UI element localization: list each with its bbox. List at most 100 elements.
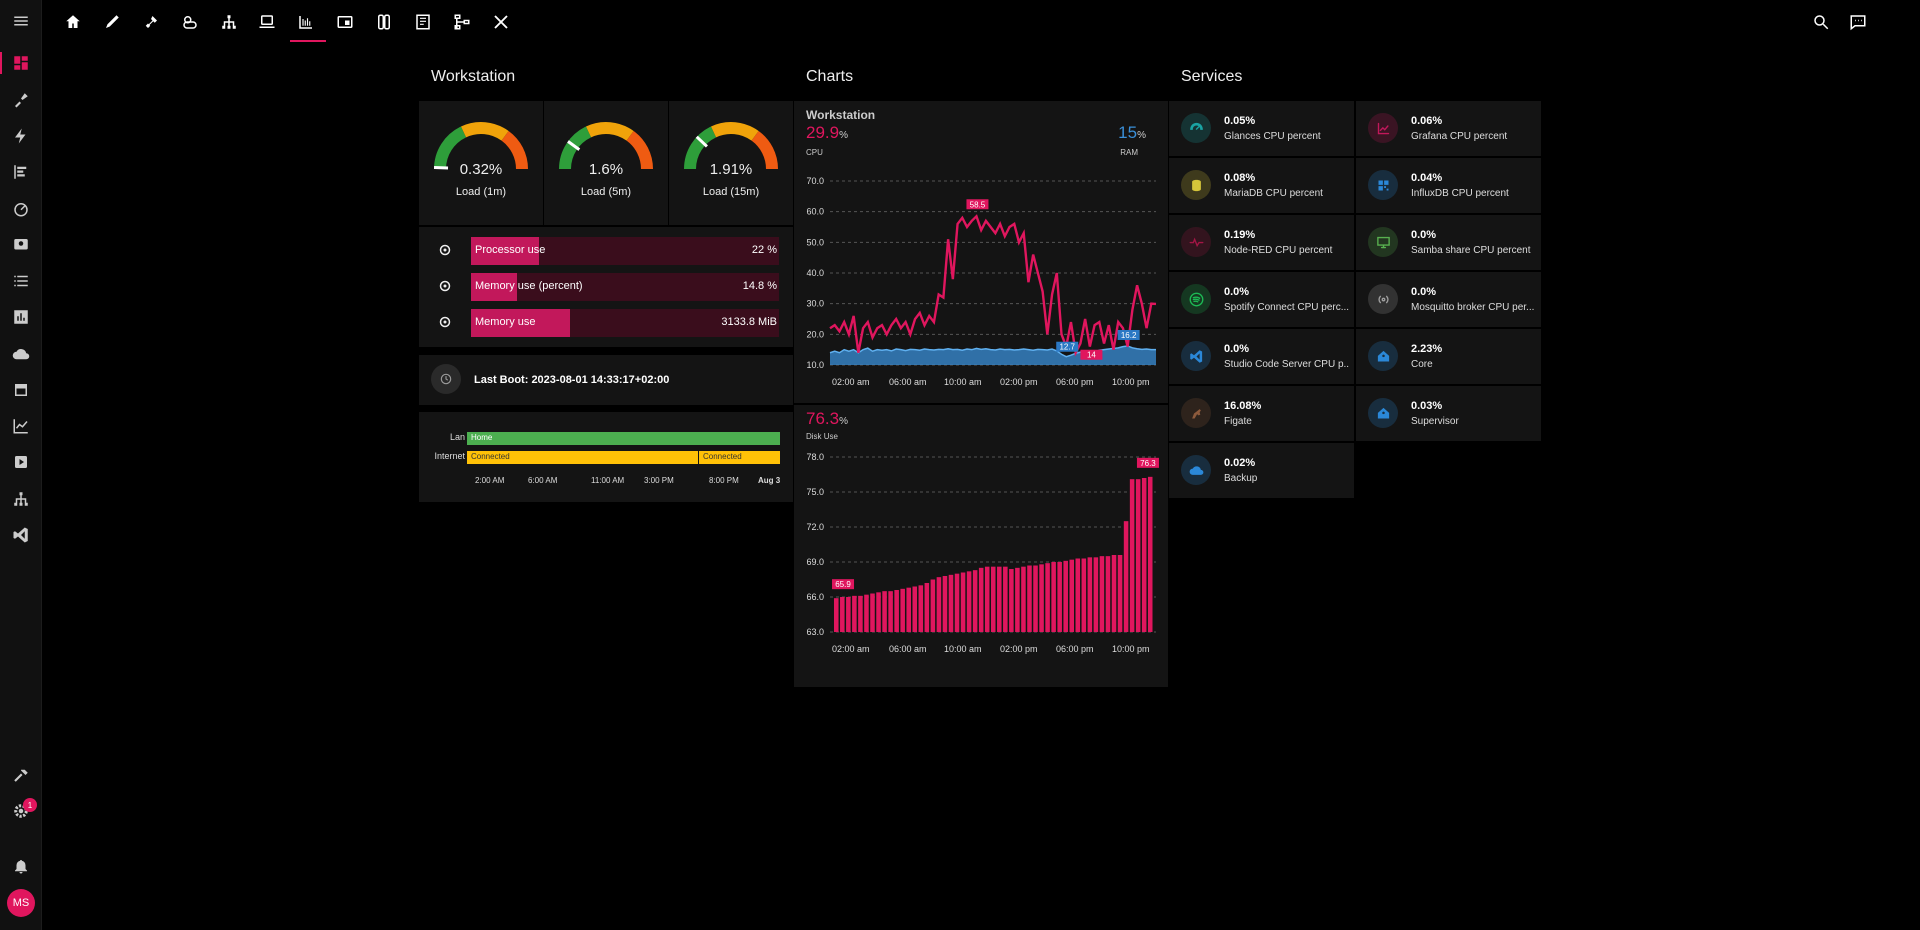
sidebar-item-history[interactable] bbox=[0, 302, 42, 332]
svg-text:76.3: 76.3 bbox=[1140, 459, 1156, 468]
disk-bar bbox=[966, 571, 972, 632]
menu-icon[interactable] bbox=[0, 6, 42, 36]
service-card[interactable]: 0.0% Studio Code Server CPU p... bbox=[1169, 329, 1354, 384]
service-card[interactable]: 2.23% Core bbox=[1356, 329, 1541, 384]
tree-icon[interactable] bbox=[451, 11, 473, 33]
service-card[interactable]: 0.08% MariaDB CPU percent bbox=[1169, 158, 1354, 213]
y-tick-label: 40.0 bbox=[806, 268, 824, 278]
sidebar-item-calendar[interactable] bbox=[0, 375, 42, 405]
disk-bar bbox=[882, 591, 887, 632]
sidebar-item-tools[interactable] bbox=[0, 85, 42, 115]
sidebar-item-gauge[interactable] bbox=[0, 194, 42, 224]
wrench-icon[interactable] bbox=[490, 11, 512, 33]
disk-bar bbox=[924, 583, 930, 632]
timeline-segment-label: Connected bbox=[471, 452, 510, 461]
gauge-icon bbox=[1181, 113, 1211, 143]
sidebar-item-network[interactable] bbox=[0, 484, 42, 514]
x-tick-label: 02:00 pm bbox=[1000, 377, 1038, 387]
sidebar-item-developer-tools[interactable] bbox=[0, 760, 42, 790]
disk-bar bbox=[858, 595, 863, 632]
x-tick-label: 06:00 pm bbox=[1056, 377, 1094, 387]
service-card[interactable]: 0.0% Spotify Connect CPU perc... bbox=[1169, 272, 1354, 327]
disk-bar bbox=[834, 598, 839, 632]
service-card[interactable]: 0.05% Glances CPU percent bbox=[1169, 101, 1354, 156]
line-chart-icon bbox=[13, 419, 28, 434]
sidebar-item-vscode[interactable] bbox=[0, 520, 42, 550]
list-chart-icon bbox=[14, 165, 27, 179]
bars-card: Processor use 22 % Memory use (percent) 14.… bbox=[419, 227, 793, 347]
rocket-icon[interactable] bbox=[101, 11, 123, 33]
data-label: 58.5 bbox=[966, 199, 989, 210]
disk-bar bbox=[1123, 521, 1129, 632]
disk-bar bbox=[1147, 476, 1153, 632]
disk-bar bbox=[1045, 563, 1050, 632]
service-card[interactable]: 0.06% Grafana CPU percent bbox=[1356, 101, 1541, 156]
pulse-icon bbox=[1181, 227, 1211, 257]
disk-bar bbox=[918, 585, 924, 632]
timeline-segment-label: Connected bbox=[703, 452, 742, 461]
timeline-bar-internet-2[interactable]: Connected bbox=[699, 451, 780, 464]
book-icon[interactable] bbox=[412, 11, 434, 33]
sidebar-item-dashboard[interactable] bbox=[0, 48, 42, 78]
data-label: 12.7 bbox=[1056, 341, 1079, 352]
disk-bar bbox=[1117, 555, 1123, 632]
timeline-bar-lan[interactable]: Home bbox=[467, 432, 780, 445]
timeline-bar-internet-1[interactable]: Connected bbox=[467, 451, 698, 464]
sidebar-item-notifications[interactable] bbox=[0, 851, 42, 881]
dashboard-icon bbox=[14, 56, 28, 70]
chip-icon bbox=[439, 244, 451, 256]
load-gauge[interactable]: 1.91% Load (15m) bbox=[669, 101, 793, 225]
laptop-icon[interactable] bbox=[256, 11, 278, 33]
sidebar-item-settings[interactable]: 1 bbox=[0, 796, 42, 826]
timeline-tick: Aug 3 bbox=[758, 476, 781, 485]
switch-icon[interactable] bbox=[373, 11, 395, 33]
top-toolbar bbox=[42, 0, 1920, 44]
service-card[interactable]: 0.19% Node-RED CPU percent bbox=[1169, 215, 1354, 270]
home-icon[interactable] bbox=[62, 11, 84, 33]
monitor-share-icon bbox=[1368, 227, 1398, 257]
sidebar-item-cloud[interactable] bbox=[0, 339, 42, 369]
service-card[interactable]: 0.02% Backup bbox=[1169, 443, 1354, 498]
sidebar-item-list[interactable] bbox=[0, 266, 42, 296]
disk-bar bbox=[1093, 557, 1099, 632]
load-gauge[interactable]: 0.32% Load (1m) bbox=[419, 101, 543, 225]
sidebar-item-media[interactable] bbox=[0, 447, 42, 477]
cast-icon[interactable] bbox=[334, 11, 356, 33]
service-card[interactable]: 0.0% Mosquitto broker CPU per... bbox=[1356, 272, 1541, 327]
workstation-title: Workstation bbox=[431, 68, 516, 85]
assist-icon[interactable] bbox=[1847, 11, 1869, 33]
svg-text:65.9: 65.9 bbox=[835, 580, 851, 589]
disk-bar bbox=[1021, 566, 1026, 632]
y-tick-label: 20.0 bbox=[806, 329, 824, 339]
service-card[interactable]: 0.03% Supervisor bbox=[1356, 386, 1541, 441]
disk-bar bbox=[1063, 560, 1068, 632]
service-card[interactable]: 0.0% Samba share CPU percent bbox=[1356, 215, 1541, 270]
search-icon[interactable] bbox=[1810, 11, 1832, 33]
disk-bar bbox=[978, 567, 984, 632]
disk-bar bbox=[1057, 562, 1062, 632]
tools-icon bbox=[15, 93, 28, 108]
plug-icon[interactable] bbox=[140, 11, 162, 33]
load-gauge[interactable]: 1.6% Load (5m) bbox=[544, 101, 668, 225]
timeline-label-internet: Internet bbox=[434, 451, 465, 461]
gauge-value: 1.91% bbox=[709, 161, 753, 178]
service-card[interactable]: 0.04% InfluxDB CPU percent bbox=[1356, 158, 1541, 213]
gauge-row: 0.32% Load (1m) 1.6% Load (5m) 1.91% Load (15… bbox=[419, 101, 793, 225]
sidebar-item-energy[interactable] bbox=[0, 121, 42, 151]
service-value: 0.0% bbox=[1411, 286, 1437, 298]
weather-icon[interactable] bbox=[179, 11, 201, 33]
service-card[interactable]: 16.08% Figate bbox=[1169, 386, 1354, 441]
cpu-ram-line-chart[interactable]: 70.0 60.0 50.0 40.0 30.0 20.0 10.0 02:00 am 06:0… bbox=[794, 163, 1168, 403]
meter-icon[interactable] bbox=[295, 11, 317, 33]
sidebar-item-badge[interactable] bbox=[0, 230, 42, 260]
disk-bar bbox=[1075, 558, 1081, 632]
sidebar-item-logbook[interactable] bbox=[0, 157, 42, 187]
disk-bar-chart[interactable]: 78.0 75.0 72.0 69.0 66.0 63.0 02:00 am 06:00 am… bbox=[794, 445, 1168, 685]
sidebar-item-statistics[interactable] bbox=[0, 411, 42, 441]
network-icon[interactable] bbox=[218, 11, 240, 33]
disk-bar bbox=[1129, 479, 1135, 632]
ram-label: RAM bbox=[1120, 148, 1138, 157]
timeline-tick: 11:00 AM bbox=[591, 476, 625, 485]
avatar[interactable]: MS bbox=[7, 889, 35, 917]
disk-bar bbox=[900, 588, 905, 632]
